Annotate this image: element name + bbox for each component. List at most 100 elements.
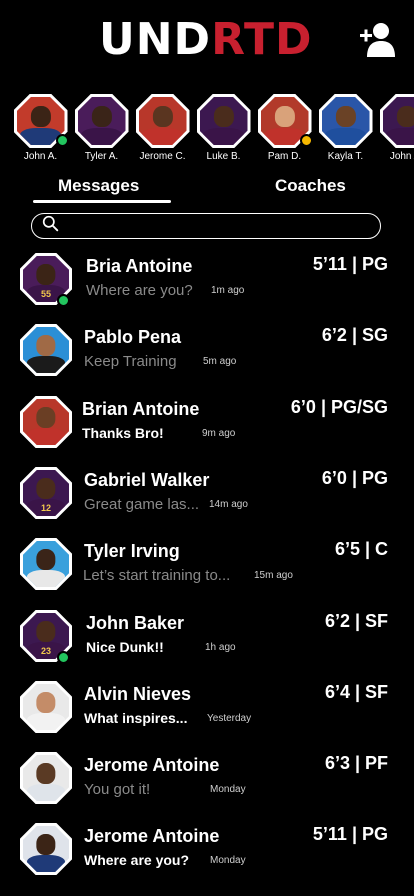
message-timestamp: Monday [210,784,246,795]
avatar-jersey [26,356,66,373]
avatar-frame [74,94,129,148]
avatar-photo [23,327,69,373]
avatar [20,538,72,590]
avatar-frame [20,396,72,448]
avatar-jersey [386,127,414,145]
avatar-photo [77,97,126,145]
message-timestamp: 1m ago [211,285,245,296]
avatar-face [36,264,56,285]
avatar-frame [20,752,72,804]
online-status-dot [57,651,70,664]
avatar-photo [321,97,370,145]
avatar-jersey [26,428,66,445]
avatar-photo [382,97,414,145]
message-row[interactable]: Jerome Antoine 5’11 | PG Where are you? Mon… [0,818,414,884]
avatar [20,396,72,448]
avatar-jersey [264,127,305,145]
message-timestamp: Yesterday [207,713,252,724]
story-item[interactable]: Tyler A. [71,94,132,166]
message-preview: What inspires... [84,710,188,726]
player-height-position: 6’3 | PF [324,753,388,773]
avatar [20,752,72,804]
avatar-frame [20,324,72,376]
message-row[interactable]: 23 John Baker 6’2 | SF Nice Dunk!! 1h ago [0,605,414,671]
story-item[interactable]: Jerome C. [132,94,193,166]
avatar [196,94,251,148]
message-preview: You got it! [84,781,151,798]
search-input[interactable] [65,218,365,234]
avatar-jersey [142,127,183,145]
message-timestamp: 15m ago [254,570,293,581]
avatar: 55 [20,253,72,307]
avatar [20,681,72,733]
avatar-frame [196,94,251,148]
avatar-frame [379,94,414,148]
story-item[interactable]: Pam D. [254,94,315,166]
message-row[interactable]: Pablo Pena 6’2 | SG Keep Training 5m ago [0,319,414,385]
avatar-face [36,335,56,356]
message-preview: Thanks Bro! [82,425,164,441]
story-label: John A. [389,151,414,162]
add-user-icon[interactable] [358,20,398,60]
stories-row: John A. Tyler A. Jerome C. Luke B. Pam D. Kay… [10,94,414,166]
message-row[interactable]: Jerome Antoine 6’3 | PF You got it! Monday [0,747,414,813]
player-height-position: 5’11 | PG [312,254,388,274]
avatar-frame [20,538,72,590]
avatar-photo: 12 [23,470,69,516]
avatar-face [274,105,295,127]
avatar [74,94,129,148]
story-item[interactable]: John A. [376,94,414,166]
avatar-frame [135,94,190,148]
avatar-face [213,105,234,127]
message-preview: Let’s start training to... [83,567,231,584]
player-height-position: 6’0 | PG/SG [290,397,388,417]
message-preview: Nice Dunk!! [86,639,164,655]
story-item[interactable]: Luke B. [193,94,254,166]
message-row[interactable]: Brian Antoine 6’0 | PG/SG Thanks Bro! 9m ag… [0,391,414,457]
tab-messages[interactable]: Messages [58,176,139,196]
message-preview: Where are you? [86,282,193,299]
avatar-face [36,407,56,428]
search-bar[interactable] [31,213,381,239]
search-icon [42,215,59,237]
avatar-face [36,621,56,642]
avatar-jersey [26,784,66,801]
story-label: John A. [23,151,58,162]
avatar-face [335,105,356,127]
tab-coaches[interactable]: Coaches [275,176,346,196]
player-height-position: 5’11 | PG [312,824,388,844]
away-status-dot [299,134,313,147]
avatar-photo [23,755,69,801]
avatar-frame [20,681,72,733]
message-preview: Keep Training [84,353,177,370]
message-row[interactable]: Tyler Irving 6’5 | C Let’s start training … [0,533,414,599]
contact-name: John Baker [86,613,185,633]
avatar [135,94,190,148]
story-label: Jerome C. [139,151,186,162]
contact-name: Bria Antoine [86,256,193,276]
logo-text-white: UND [99,14,212,65]
app-logo: UNDRTD [99,14,313,66]
avatar-face [36,692,56,713]
avatar [318,94,373,148]
player-height-position: 6’5 | C [334,539,388,559]
avatar-face [36,834,56,855]
player-height-position: 6’2 | SF [324,611,388,631]
story-item[interactable]: Kayla T. [315,94,376,166]
player-height-position: 6’2 | SG [321,325,388,345]
avatar-photo [23,399,69,445]
message-row[interactable]: 12 Gabriel Walker 6’0 | PG Great game las..… [0,462,414,528]
message-row[interactable]: 55 Bria Antoine 5’11 | PG Where are you? 1m … [0,248,414,314]
message-timestamp: 1h ago [205,642,236,653]
avatar-jersey: 12 [26,499,66,516]
tab-bar: Messages Coaches [0,172,414,204]
avatar-face [36,478,56,499]
avatar [379,94,414,148]
story-item[interactable]: John A. [10,94,71,166]
message-preview: Great game las... [84,496,200,513]
avatar-photo [23,684,69,730]
app-header: UNDRTD [0,0,414,82]
message-row[interactable]: Alvin Nieves 6’4 | SF What inspires... Yest… [0,676,414,742]
avatar-face [396,105,414,127]
avatar-photo [199,97,248,145]
